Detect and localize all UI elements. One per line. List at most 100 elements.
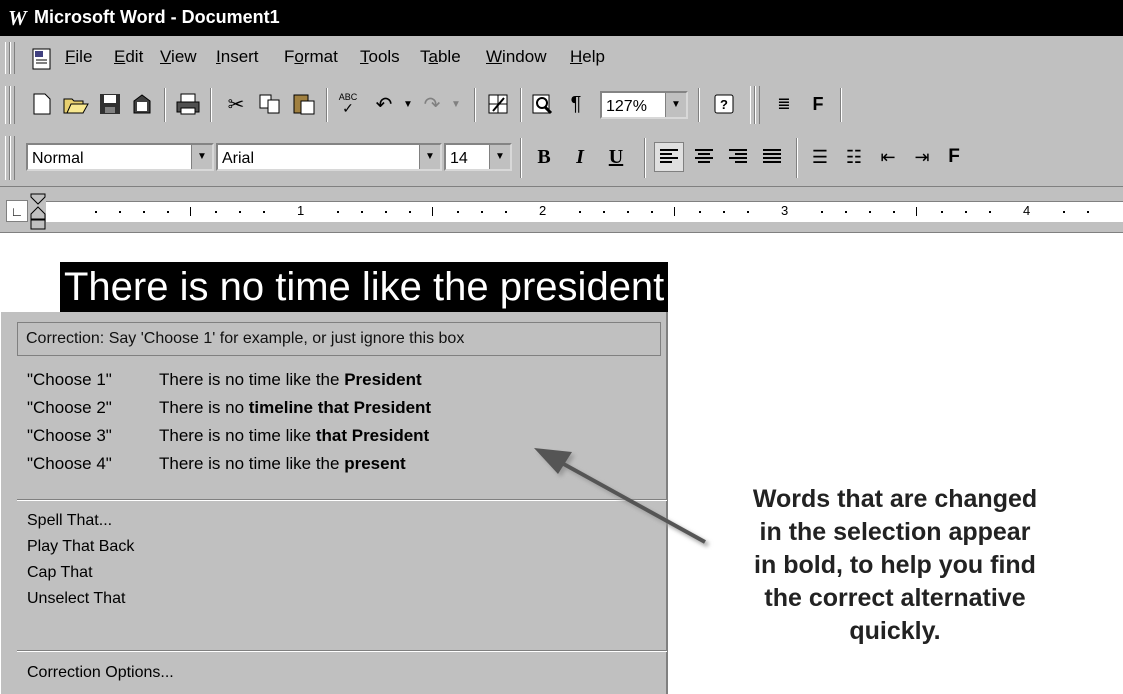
toolbar-grip-2[interactable]	[10, 136, 15, 180]
save-icon[interactable]	[96, 90, 124, 118]
align-right-icon[interactable]	[724, 143, 752, 171]
command-cap-that[interactable]: Cap That	[27, 564, 93, 582]
paste-icon[interactable]	[290, 90, 318, 118]
menu-tools[interactable]: Tools	[360, 47, 400, 67]
formatting-toolbar: Normal ▼ Arial ▼ 14 ▼ B I U ☰ ☷ ⇤ ⇥ F	[0, 130, 1123, 187]
alternative-choose-3[interactable]: "Choose 3" There is no time like that Pre…	[27, 426, 429, 446]
f-button[interactable]: F	[804, 90, 832, 118]
menu-grip-2[interactable]	[10, 42, 15, 74]
align-left-icon[interactable]	[654, 142, 684, 172]
zoom-value: 127%	[606, 98, 647, 115]
columns-icon[interactable]: ≣	[770, 90, 798, 118]
open-folder-icon[interactable]	[62, 90, 90, 118]
alternative-key: "Choose 4"	[27, 454, 112, 473]
annotation-line: Words that are changed	[752, 485, 1038, 513]
menu-window[interactable]: Window	[486, 47, 546, 67]
ruler-ticks	[95, 207, 1089, 216]
selected-text[interactable]: There is no time like the president	[60, 262, 669, 312]
align-center-icon[interactable]	[690, 143, 718, 171]
menu-insert[interactable]: Insert	[216, 47, 259, 67]
toolbar-separator	[796, 138, 798, 178]
show-hide-paragraph-icon[interactable]: ¶	[562, 90, 590, 118]
ruler-strip: 1 2 3 4	[46, 201, 1123, 222]
toolbar-separator	[698, 88, 700, 122]
toolbar-separator	[520, 88, 522, 122]
alternative-text: There is no time like the	[159, 370, 345, 389]
annotation-line: quickly.	[849, 617, 941, 645]
chevron-down-icon[interactable]: ▼	[665, 93, 686, 117]
annotation-text: Words that are changed in the selection …	[690, 483, 1100, 648]
menu-help[interactable]: Help	[570, 47, 605, 67]
indent-marker-icon[interactable]	[28, 193, 48, 231]
toolbar-separator	[474, 88, 476, 122]
print-icon[interactable]	[174, 90, 202, 118]
chevron-down-icon[interactable]: ▼	[489, 145, 510, 169]
annotation-line: in the selection appear	[759, 518, 1031, 546]
command-spell-that[interactable]: Spell That...	[27, 512, 112, 530]
alternative-key: "Choose 2"	[27, 398, 112, 417]
standard-toolbar: ✂ ABC ✓ ↶ ▼ ↷ ▼ ¶ 127% ▼ ? ≣ F	[0, 80, 1123, 130]
ruler-number: 1	[297, 203, 305, 218]
justify-icon[interactable]	[758, 143, 786, 171]
alternative-key: "Choose 1"	[27, 370, 112, 389]
menu-view[interactable]: View	[160, 47, 197, 67]
underline-button[interactable]: U	[602, 143, 630, 171]
print-preview-icon[interactable]	[528, 90, 556, 118]
bold-button[interactable]: B	[530, 143, 558, 171]
alternative-text: There is no time like the	[159, 454, 345, 473]
toolbar-grip-4[interactable]	[755, 86, 760, 124]
zoom-select[interactable]: 127% ▼	[600, 91, 688, 119]
cut-icon[interactable]: ✂	[222, 90, 250, 118]
toolbar-separator	[644, 138, 646, 178]
f-button-2[interactable]: F	[940, 143, 968, 171]
toolbar-separator	[520, 138, 522, 178]
toolbar-grip-2[interactable]	[10, 86, 15, 124]
correction-options-link[interactable]: Correction Options...	[27, 664, 174, 682]
tables-borders-icon[interactable]	[484, 90, 512, 118]
decrease-indent-icon[interactable]: ⇤	[874, 143, 902, 171]
help-icon[interactable]: ?	[710, 90, 738, 118]
menu-file[interactable]: File	[65, 47, 92, 67]
toolbar-separator	[210, 88, 212, 122]
alternative-changed-words: that President	[315, 426, 430, 445]
ruler-number: 4	[1023, 203, 1031, 218]
document-menu-icon[interactable]	[28, 45, 56, 73]
font-select[interactable]: Arial ▼	[216, 143, 442, 171]
font-size-select[interactable]: 14 ▼	[444, 143, 512, 171]
font-value: Arial	[222, 150, 255, 167]
alternative-text: There is no	[159, 398, 249, 417]
email-document-icon[interactable]	[130, 90, 158, 118]
alternative-choose-4[interactable]: "Choose 4" There is no time like the pres…	[27, 454, 406, 474]
alternative-changed-words: timeline that President	[248, 398, 432, 417]
chevron-down-icon[interactable]: ▼	[419, 145, 440, 169]
new-document-icon[interactable]	[28, 90, 56, 118]
ruler-number: 3	[781, 203, 789, 218]
spelling-grammar-icon[interactable]: ABC ✓	[334, 90, 362, 118]
bullets-icon[interactable]: ☷	[840, 143, 868, 171]
command-unselect-that[interactable]: Unselect That	[27, 590, 125, 608]
font-size-value: 14	[450, 150, 468, 167]
copy-icon[interactable]	[256, 90, 284, 118]
redo-dropdown-icon[interactable]: ▼	[442, 90, 470, 118]
menu-format[interactable]: Format	[284, 47, 338, 67]
increase-indent-icon[interactable]: ⇥	[908, 143, 936, 171]
style-select[interactable]: Normal ▼	[26, 143, 214, 171]
tab-selector-icon[interactable]: ∟	[6, 200, 28, 222]
italic-button[interactable]: I	[566, 143, 594, 171]
annotation-line: the correct alternative	[764, 584, 1026, 612]
menu-table[interactable]: Table	[420, 47, 461, 67]
ruler-number: 2	[539, 203, 547, 218]
toolbar-separator	[164, 88, 166, 122]
alternative-choose-1[interactable]: "Choose 1" There is no time like the Pres…	[27, 370, 422, 390]
menu-edit[interactable]: Edit	[114, 47, 143, 67]
toolbar-separator	[840, 88, 842, 122]
alternative-text: There is no time like	[159, 426, 316, 445]
chevron-down-icon[interactable]: ▼	[191, 145, 212, 169]
word-logo-icon: W	[8, 6, 27, 30]
alternative-choose-2[interactable]: "Choose 2" There is no timeline that Pres…	[27, 398, 431, 418]
command-play-that-back[interactable]: Play That Back	[27, 538, 134, 556]
correction-header: Correction: Say 'Choose 1' for example, …	[17, 322, 661, 356]
alternative-key: "Choose 3"	[27, 426, 112, 445]
divider	[17, 650, 667, 652]
numbering-icon[interactable]: ☰	[806, 143, 834, 171]
